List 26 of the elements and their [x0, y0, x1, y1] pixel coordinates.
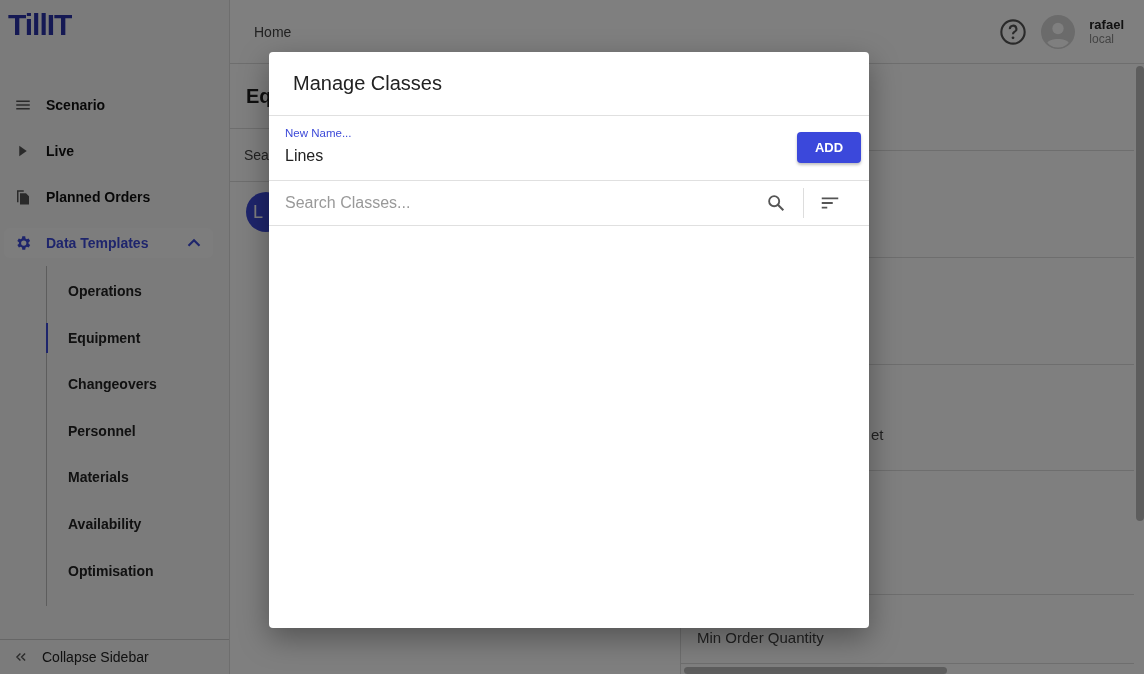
sidebar-subitem[interactable]: Availability: [46, 500, 229, 548]
sidebar-subitem[interactable]: Operations: [46, 268, 229, 315]
name-field[interactable]: New Name... Lines: [285, 127, 352, 169]
user-name: rafael: [1089, 16, 1124, 32]
double-chevron-icon: [14, 650, 28, 664]
search-field[interactable]: Sea: [244, 147, 269, 163]
add-button[interactable]: ADD: [797, 131, 861, 163]
sidebar-item[interactable]: Planned Orders: [4, 174, 213, 220]
search-icon[interactable]: [765, 192, 787, 214]
field-label: et: [871, 426, 884, 443]
help-icon[interactable]: [999, 17, 1028, 46]
documents-icon: [14, 188, 32, 206]
sidebar-subitem[interactable]: Materials: [46, 454, 229, 501]
scrollbar[interactable]: [684, 667, 947, 674]
user-realm: local: [1089, 31, 1115, 47]
dialog-title: Manage Classes: [293, 72, 442, 95]
sidebar-subitem[interactable]: Changeovers: [46, 361, 229, 408]
scrollbar[interactable]: [1136, 66, 1144, 521]
sidebar-item[interactable]: Scenario: [4, 82, 213, 128]
sidebar-subitem[interactable]: Personnel: [46, 407, 229, 455]
breadcrumb[interactable]: Home: [254, 23, 292, 40]
sidebar-subitem[interactable]: Optimisation: [46, 547, 229, 595]
sidebar-item[interactable]: Live: [4, 128, 213, 174]
collapse-sidebar-button[interactable]: Collapse Sidebar: [0, 639, 229, 674]
logo: TillIT: [7, 7, 72, 43]
field-label: Min Order Quantity: [697, 628, 824, 646]
